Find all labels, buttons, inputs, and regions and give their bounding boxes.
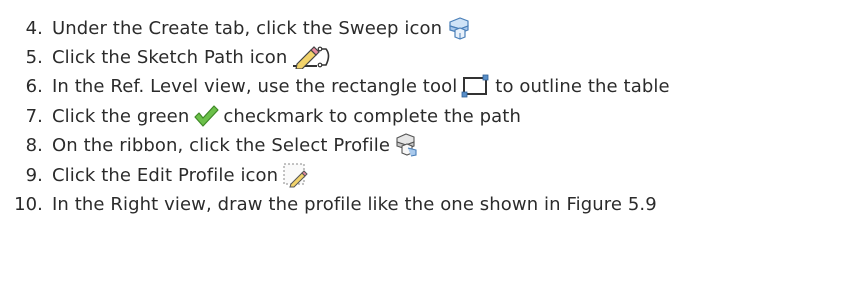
green-checkmark-icon: [193, 104, 219, 128]
step-text-after: to outline the table: [495, 75, 670, 97]
step-5: 5. Click the Sketch Path icon: [0, 42, 337, 72]
rectangle-tool-icon: [461, 74, 491, 98]
step-number: 5.: [25, 46, 43, 68]
step-number: 4.: [25, 17, 43, 39]
step-7: 7. Click the green checkmark to complete…: [0, 101, 521, 131]
sketch-path-icon: [291, 45, 333, 70]
step-text: Click the Edit Profile icon: [52, 164, 279, 186]
step-text: Click the green: [52, 105, 190, 127]
sweep-icon: [446, 16, 472, 40]
step-text: In the Ref. Level view, use the rectangl…: [52, 75, 458, 97]
step-number: 9.: [25, 164, 43, 186]
step-text: On the ribbon, click the Select Profile: [52, 134, 390, 156]
step-number: 7.: [25, 105, 43, 127]
step-10: 10. In the Right view, draw the profile …: [0, 189, 657, 219]
step-number: 8.: [25, 134, 43, 156]
step-text: Under the Create tab, click the Sweep ic…: [52, 17, 443, 39]
select-profile-icon: [394, 133, 420, 157]
step-8: 8. On the ribbon, click the Select Profi…: [0, 130, 424, 160]
step-number: 10.: [14, 193, 43, 215]
step-number: 6.: [25, 75, 43, 97]
step-text-after: checkmark to complete the path: [223, 105, 521, 127]
step-6: 6. In the Ref. Level view, use the recta…: [0, 71, 670, 101]
edit-profile-icon: [282, 162, 308, 188]
step-9: 9. Click the Edit Profile icon: [0, 160, 312, 190]
step-text: In the Right view, draw the profile like…: [52, 193, 657, 215]
step-text: Click the Sketch Path icon: [52, 46, 288, 68]
step-4: 4. Under the Create tab, click the Sweep…: [0, 13, 476, 43]
